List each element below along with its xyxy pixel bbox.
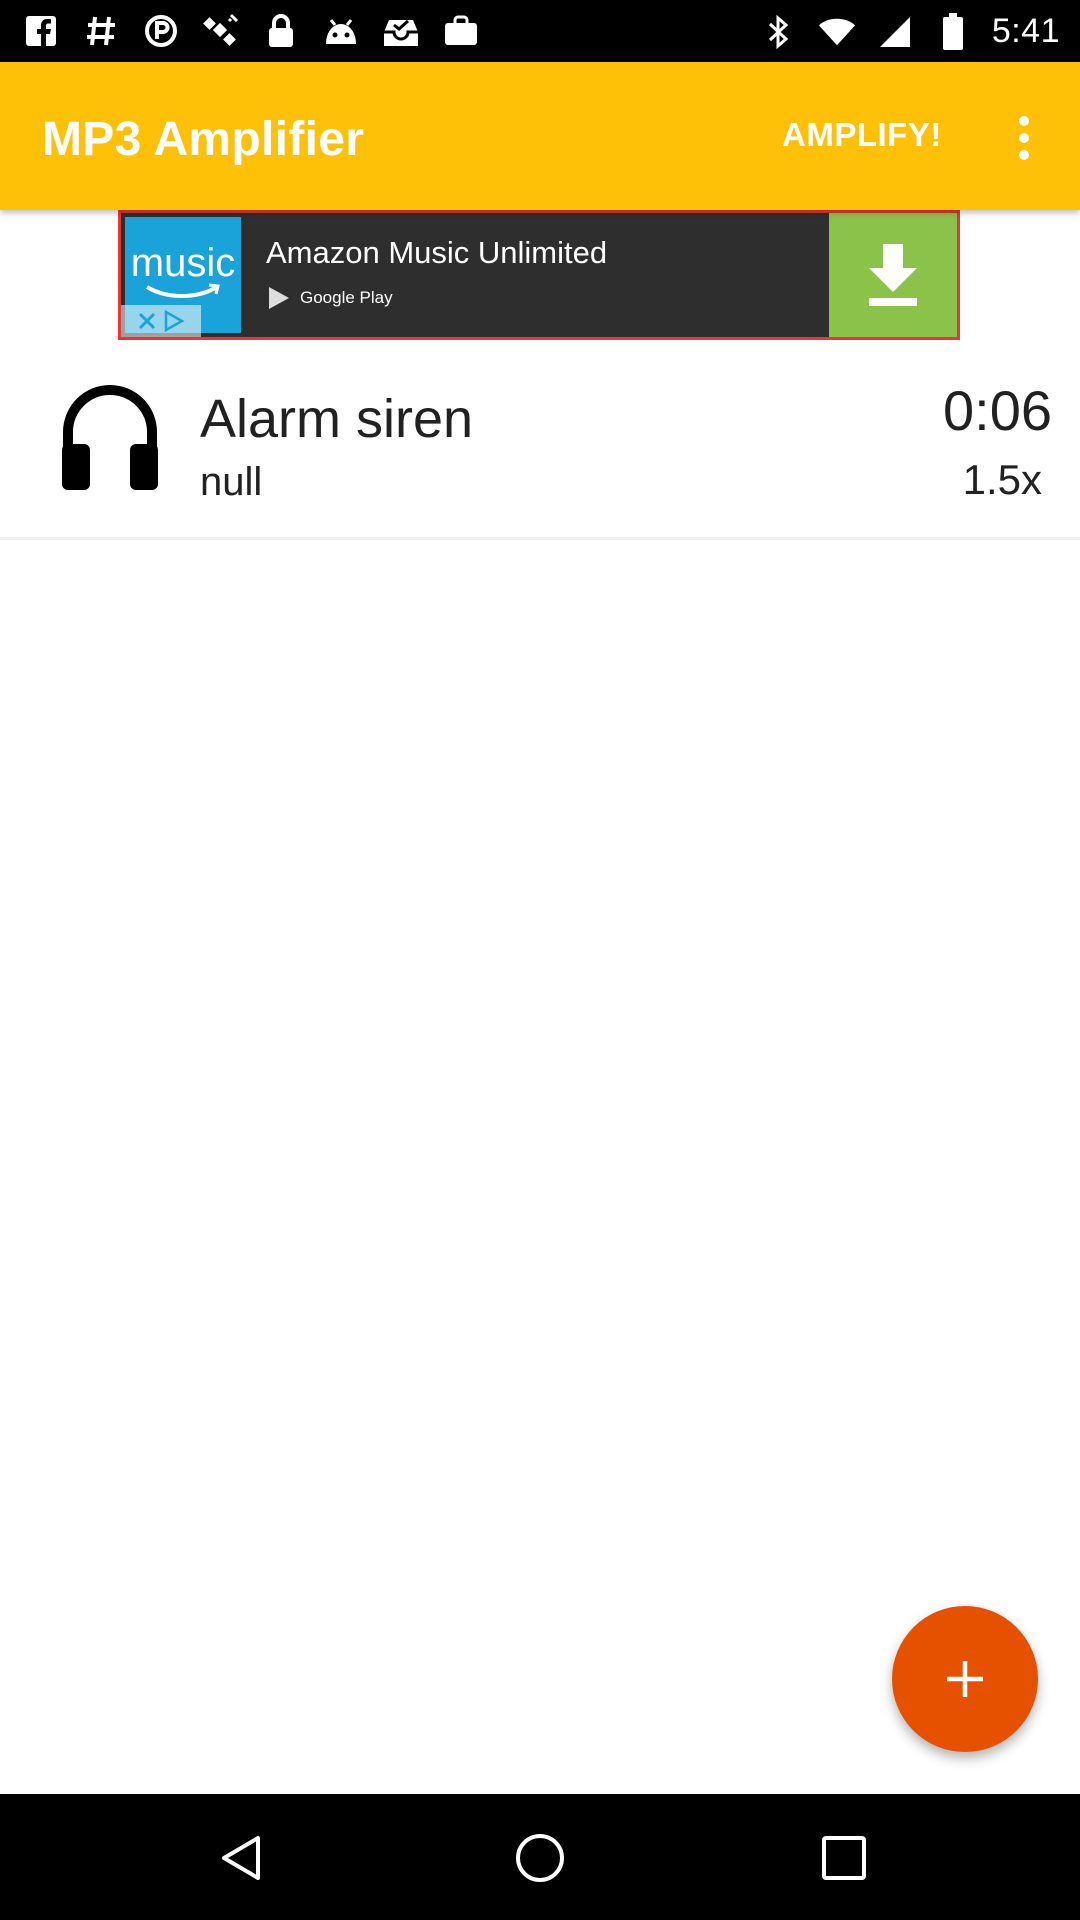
close-icon[interactable] bbox=[137, 311, 157, 331]
track-artist: null bbox=[200, 460, 263, 504]
ad-title: Amazon Music Unlimited bbox=[266, 235, 608, 270]
app-title: MP3 Amplifier bbox=[42, 113, 365, 166]
track-row[interactable]: Alarm siren null 0:06 1.5x bbox=[0, 352, 1080, 540]
bag-icon bbox=[442, 12, 480, 50]
android-icon bbox=[322, 12, 360, 50]
notification-icons bbox=[22, 12, 480, 50]
circle-p-icon bbox=[142, 12, 180, 50]
ad-store-badge: Google Play bbox=[266, 285, 393, 311]
ad-store-label: Google Play bbox=[300, 288, 393, 307]
download-icon bbox=[869, 244, 917, 306]
status-bar: 5:41 bbox=[0, 0, 1080, 62]
status-time: 5:41 bbox=[991, 12, 1060, 50]
ad-choices-icon[interactable] bbox=[163, 310, 185, 332]
overflow-menu-icon[interactable] bbox=[1008, 110, 1040, 166]
home-icon[interactable] bbox=[514, 1832, 566, 1884]
track-speed: 1.5x bbox=[962, 456, 1042, 503]
google-play-icon bbox=[269, 287, 289, 309]
amazon-smile-icon bbox=[145, 283, 220, 298]
track-title: Alarm siren bbox=[200, 389, 474, 449]
bluetooth-icon bbox=[760, 13, 798, 51]
wifi-icon bbox=[818, 13, 856, 51]
back-icon[interactable] bbox=[216, 1832, 268, 1884]
ad-logo-text: music bbox=[130, 241, 236, 285]
satellite-icon bbox=[202, 12, 240, 50]
recents-icon[interactable] bbox=[818, 1832, 870, 1884]
lock-icon bbox=[262, 12, 300, 50]
headphones-icon bbox=[62, 385, 158, 490]
hashtag-icon bbox=[82, 12, 120, 50]
ad-download-button[interactable] bbox=[829, 213, 957, 337]
battery-icon bbox=[934, 12, 972, 51]
screen: 5:41 MP3 Amplifier AMPLIFY! music Amazon… bbox=[0, 0, 1080, 1920]
amplify-button[interactable]: AMPLIFY! bbox=[782, 116, 942, 154]
app-bar: MP3 Amplifier AMPLIFY! bbox=[0, 62, 1080, 210]
facebook-icon bbox=[22, 12, 60, 50]
checkbox-tray-icon bbox=[382, 12, 420, 50]
signal-icon bbox=[876, 13, 914, 51]
system-icons: 5:41 bbox=[760, 12, 1060, 51]
plus-icon bbox=[947, 1661, 983, 1697]
track-duration: 0:06 bbox=[943, 379, 1052, 442]
ad-banner[interactable]: music Amazon Music Unlimited Google Play bbox=[118, 210, 960, 340]
add-button[interactable] bbox=[892, 1606, 1038, 1752]
ad-choices[interactable] bbox=[121, 305, 201, 337]
navigation-bar bbox=[0, 1794, 1080, 1920]
